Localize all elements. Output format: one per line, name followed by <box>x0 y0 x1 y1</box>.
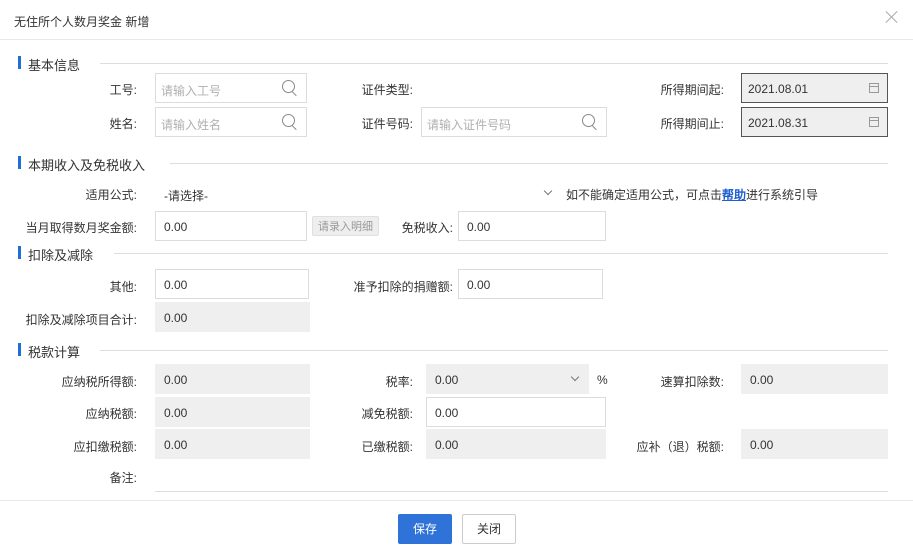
period-start-value: 2021.08.01 <box>748 82 809 96</box>
footer-divider <box>0 500 913 501</box>
bonus-amount-value: 0.00 <box>164 220 188 234</box>
withholding-tax-field: 0.00 <box>155 429 310 459</box>
section-divider <box>170 163 888 164</box>
paid-tax-label: 已缴税额: <box>361 440 413 454</box>
calendar-icon[interactable] <box>869 117 879 127</box>
period-end-label: 所得期间止: <box>660 117 724 131</box>
section-divider <box>114 253 888 254</box>
remark-input[interactable] <box>155 462 888 491</box>
calendar-icon[interactable] <box>869 83 879 93</box>
tax-reduction-input[interactable]: 0.00 <box>426 397 606 427</box>
refund-tax-field: 0.00 <box>741 429 888 459</box>
section-marker <box>18 156 21 169</box>
other-deduction-label: 其他: <box>109 280 137 294</box>
close-button[interactable]: 关闭 <box>462 514 516 544</box>
section-tax: 税款计算 <box>18 342 888 360</box>
section-marker <box>18 246 21 259</box>
paid-tax-value: 0.00 <box>435 438 459 452</box>
id-no-label: 证件号码: <box>361 117 413 131</box>
section-basic: 基本信息 <box>18 55 888 73</box>
period-start-field[interactable]: 2021.08.01 <box>741 73 888 103</box>
bonus-amount-label: 当月取得数月奖金额: <box>25 221 137 235</box>
tax-payable-value: 0.00 <box>164 406 188 420</box>
formula-select[interactable]: -请选择- <box>155 178 562 208</box>
withholding-tax-value: 0.00 <box>164 438 188 452</box>
dialog-title: 无住所个人数月奖金 新增 <box>14 15 150 29</box>
tax-rate-unit: % <box>597 373 608 387</box>
section-divider <box>100 63 888 64</box>
id-no-placeholder: 请输入证件号码 <box>427 118 512 132</box>
withholding-tax-label: 应扣缴税额: <box>73 440 137 454</box>
tax-rate-value: 0.00 <box>435 373 459 387</box>
chevron-down-icon <box>570 372 580 382</box>
section-title-basic: 基本信息 <box>28 58 81 73</box>
tax-rate-label: 税率: <box>385 375 413 389</box>
dialog-header: 无住所个人数月奖金 新增 <box>0 0 913 40</box>
quick-deduction-field: 0.00 <box>741 364 888 394</box>
chevron-down-icon <box>543 186 553 196</box>
refund-tax-value: 0.00 <box>750 438 774 452</box>
name-placeholder: 请输入姓名 <box>161 118 222 132</box>
quick-deduction-label: 速算扣除数: <box>660 375 724 389</box>
period-start-label: 所得期间起: <box>660 83 724 97</box>
formula-hint-prefix: 如不能确定适用公式，可点击 <box>566 188 723 202</box>
deduction-total-field: 0.00 <box>155 302 310 332</box>
name-input[interactable]: 请输入姓名 <box>155 107 307 137</box>
section-title-deduction: 扣除及减除 <box>28 248 94 263</box>
taxable-income-value: 0.00 <box>164 373 188 387</box>
formula-select-value: -请选择- <box>164 189 208 203</box>
section-marker <box>18 56 21 69</box>
other-deduction-input[interactable]: 0.00 <box>155 269 309 299</box>
close-icon[interactable] <box>883 8 901 26</box>
formula-hint: 如不能确定适用公式，可点击帮助进行系统引导 <box>566 186 818 203</box>
section-marker <box>18 343 21 356</box>
id-no-input[interactable]: 请输入证件号码 <box>421 107 607 137</box>
tax-free-income-value: 0.00 <box>467 220 491 234</box>
paid-tax-field: 0.00 <box>426 429 606 459</box>
tax-payable-label: 应纳税额: <box>85 407 137 421</box>
tax-rate-select[interactable]: 0.00 <box>426 364 589 394</box>
section-deduction: 扣除及减除 <box>18 245 888 263</box>
tax-free-income-label: 免税收入: <box>401 221 453 235</box>
bonus-amount-input[interactable]: 0.00 <box>155 211 307 241</box>
name-label: 姓名: <box>109 117 137 131</box>
taxable-income-label: 应纳税所得额: <box>61 375 137 389</box>
remark-underline <box>155 491 888 492</box>
refund-tax-label: 应补（退）税额: <box>636 440 724 454</box>
formula-hint-suffix: 进行系统引导 <box>746 188 819 202</box>
deduction-total-value: 0.00 <box>164 311 188 325</box>
other-deduction-value: 0.00 <box>164 278 188 292</box>
taxable-income-field: 0.00 <box>155 364 310 394</box>
section-income: 本期收入及免税收入 <box>18 155 888 173</box>
formula-label: 适用公式: <box>85 188 137 202</box>
search-icon[interactable] <box>282 114 298 130</box>
save-button[interactable]: 保存 <box>398 514 452 544</box>
help-link[interactable]: 帮助 <box>722 188 746 202</box>
id-type-label: 证件类型: <box>361 83 413 97</box>
donation-value: 0.00 <box>467 278 491 292</box>
donation-input[interactable]: 0.00 <box>458 269 603 299</box>
employee-no-label: 工号: <box>109 83 137 97</box>
tax-free-income-input[interactable]: 0.00 <box>458 211 606 241</box>
remark-label: 备注: <box>109 471 137 485</box>
employee-no-placeholder: 请输入工号 <box>161 84 222 98</box>
tax-payable-field: 0.00 <box>155 397 310 427</box>
donation-label: 准予扣除的捐赠额: <box>353 280 453 294</box>
employee-no-input[interactable]: 请输入工号 <box>155 73 307 103</box>
search-icon[interactable] <box>282 80 298 96</box>
tax-reduction-value: 0.00 <box>435 406 459 420</box>
period-end-field[interactable]: 2021.08.31 <box>741 107 888 137</box>
deduction-total-label: 扣除及减除项目合计: <box>25 313 137 327</box>
quick-deduction-value: 0.00 <box>750 373 774 387</box>
tax-reduction-label: 减免税额: <box>361 407 413 421</box>
search-icon[interactable] <box>582 114 598 130</box>
period-end-value: 2021.08.31 <box>748 116 809 130</box>
enter-detail-button[interactable]: 请录入明细 <box>312 216 379 236</box>
section-divider <box>100 350 888 351</box>
section-title-tax: 税款计算 <box>28 345 81 360</box>
section-title-income: 本期收入及免税收入 <box>28 158 146 173</box>
